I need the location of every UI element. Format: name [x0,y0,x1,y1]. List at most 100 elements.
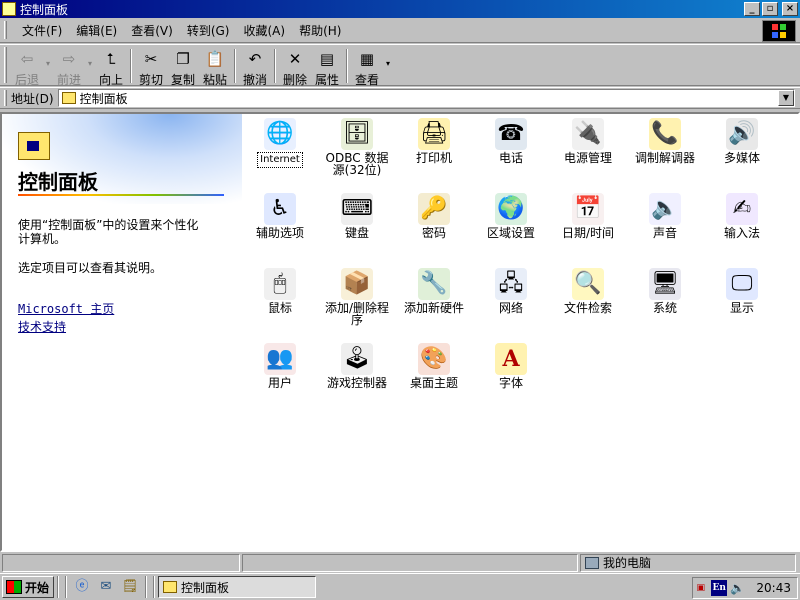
task-scheduler-icon[interactable]: ▣ [693,580,708,596]
maximize-button[interactable]: ▫ [762,2,778,16]
menu-bar: 文件(F) 编辑(E) 查看(V) 转到(G) 收藏(A) 帮助(H) [0,18,800,43]
system-tray: ▣ En 🔈 20:43 [692,577,798,599]
control-panel-icon [2,2,16,16]
pane-divider [18,194,224,196]
toolbar-separator [346,49,348,83]
menu-favorites[interactable]: 收藏(A) [236,20,292,41]
views-dropdown[interactable]: ▾ [383,47,393,85]
microsoft-home-link[interactable]: Microsoft 主页 [18,300,114,317]
control-panel-item[interactable]: 🖱 鼠标 [242,268,318,314]
control-panel-item[interactable]: ✍ 输入法 [704,193,780,239]
globe-icon: 🌍 [495,193,527,225]
delete-button[interactable]: ✕ 删除 [279,47,311,87]
control-panel-item[interactable]: 📦 添加/删除程序 [319,268,395,326]
control-panel-item[interactable]: 🕹 游戏控制器 [319,343,395,389]
delete-x-icon: ✕ [288,50,302,68]
control-panel-item-label: 添加/删除程序 [324,301,390,327]
status-zone-label: 我的电脑 [603,556,652,570]
back-dropdown[interactable]: ▾ [43,47,53,85]
control-panel-item[interactable]: 🖵 显示 [704,268,780,314]
control-panel-item[interactable]: 🔊 多媒体 [704,118,780,164]
control-panel-item-label: 键盘 [344,226,369,240]
control-panel-item[interactable]: 🗄 ODBC 数据源(32位) [319,118,395,176]
taskbar-item-control-panel[interactable]: 控制面板 [158,576,316,598]
clock[interactable]: 20:43 [756,581,791,595]
control-panel-item[interactable]: ☎ 电话 [473,118,549,164]
menu-view[interactable]: 查看(V) [124,20,180,41]
sound-icon: 🔈 [649,193,681,225]
taskbar: 开始 ⓔ ✉ 🗒 控制面板 ▣ En 🔈 20:43 [0,573,800,600]
menu-edit[interactable]: 编辑(E) [69,20,124,41]
control-panel-item[interactable]: 🌐 Internet [242,118,318,168]
undo-button[interactable]: ↶ 撤消 [239,47,271,87]
paste-button[interactable]: 📋 粘贴 [199,47,231,87]
internet-explorer-icon[interactable]: ⓔ [73,578,91,596]
back-button[interactable]: ⇦ 后退 [11,47,43,87]
taskbar-separator [145,576,147,598]
users-icon: 👥 [264,343,296,375]
menu-grip[interactable] [4,21,7,39]
up-button[interactable]: ⮤ 向上 [95,47,127,87]
address-value: 控制面板 [79,91,128,106]
close-button[interactable]: × [782,2,798,16]
control-panel-item-label: 输入法 [723,226,760,240]
menu-help[interactable]: 帮助(H) [292,20,348,41]
volume-icon[interactable]: 🔈 [730,580,745,596]
title-bar[interactable]: 控制面板 _ ▫ × [0,0,800,18]
control-panel-item[interactable]: ⌨ 键盘 [319,193,395,239]
find-fast-icon: 🔍 [572,268,604,300]
control-panel-item[interactable]: 🔌 电源管理 [550,118,626,164]
back-arrow-icon: ⇦ [20,50,34,68]
control-panel-item[interactable]: 🔍 文件检索 [550,268,626,314]
control-panel-item-label: 辅助选项 [255,226,304,240]
show-desktop-icon[interactable]: 🗒 [121,578,139,596]
minimize-button[interactable]: _ [744,2,760,16]
up-folder-icon: ⮤ [106,50,116,68]
control-panel-item[interactable]: ♿ 辅助选项 [242,193,318,239]
input-language-indicator[interactable]: En [711,580,727,596]
views-button[interactable]: ▦ 查看 [351,47,383,87]
control-panel-item[interactable]: 📞 调制解调器 [627,118,703,164]
tech-support-link[interactable]: 技术支持 [18,318,66,335]
control-panel-item[interactable]: 👥 用户 [242,343,318,389]
control-panel-item[interactable]: 📅 日期/时间 [550,193,626,239]
address-input[interactable]: 控制面板 ▼ [57,89,795,107]
menu-go[interactable]: 转到(G) [180,20,237,41]
control-panel-item[interactable]: 🎨 桌面主题 [396,343,472,389]
toolbar-separator [234,49,236,83]
tasks-grip[interactable] [153,576,155,598]
phone-icon: ☎ [495,118,527,150]
control-panel-item[interactable]: 🖥 系统 [627,268,703,314]
copy-button[interactable]: ❐ 复制 [167,47,199,87]
toolbar-grip[interactable] [4,47,7,83]
internet-icon: 🌐 [264,118,296,150]
control-panel-item[interactable]: 🔑 密码 [396,193,472,239]
address-dropdown-button[interactable]: ▼ [778,90,794,106]
control-panel-item-label: 网络 [498,301,523,315]
control-panel-item[interactable]: 🌍 区域设置 [473,193,549,239]
accessibility-icon: ♿ [264,193,296,225]
quicklaunch-grip[interactable] [65,576,67,598]
control-panel-folder-icon [18,132,50,160]
taskbar-separator [57,576,59,598]
control-panel-item[interactable]: 🔈 声音 [627,193,703,239]
control-panel-item[interactable]: 🖧 网络 [473,268,549,314]
start-button[interactable]: 开始 [2,576,54,598]
address-bar: 地址(D) 控制面板 ▼ [0,87,800,109]
status-bar: 我的电脑 [0,552,800,573]
properties-button[interactable]: ▤ 属性 [311,47,343,87]
outlook-express-icon[interactable]: ✉ [97,578,115,596]
control-panel-item[interactable]: 🖨 打印机 [396,118,472,164]
control-panel-item-label: 电源管理 [563,151,612,165]
menu-file[interactable]: 文件(F) [15,20,69,41]
control-panel-item[interactable]: A 字体 [473,343,549,389]
address-grip[interactable] [4,90,7,106]
add-hardware-icon: 🔧 [418,268,450,300]
forward-dropdown[interactable]: ▾ [85,47,95,85]
network-icon: 🖧 [495,268,527,300]
modem-icon: 📞 [649,118,681,150]
cut-button[interactable]: ✂ 剪切 [135,47,167,87]
control-panel-item[interactable]: 🔧 添加新硬件 [396,268,472,314]
control-panel-item-label: Internet [257,152,303,168]
forward-button[interactable]: ⇨ 前进 [53,47,85,87]
